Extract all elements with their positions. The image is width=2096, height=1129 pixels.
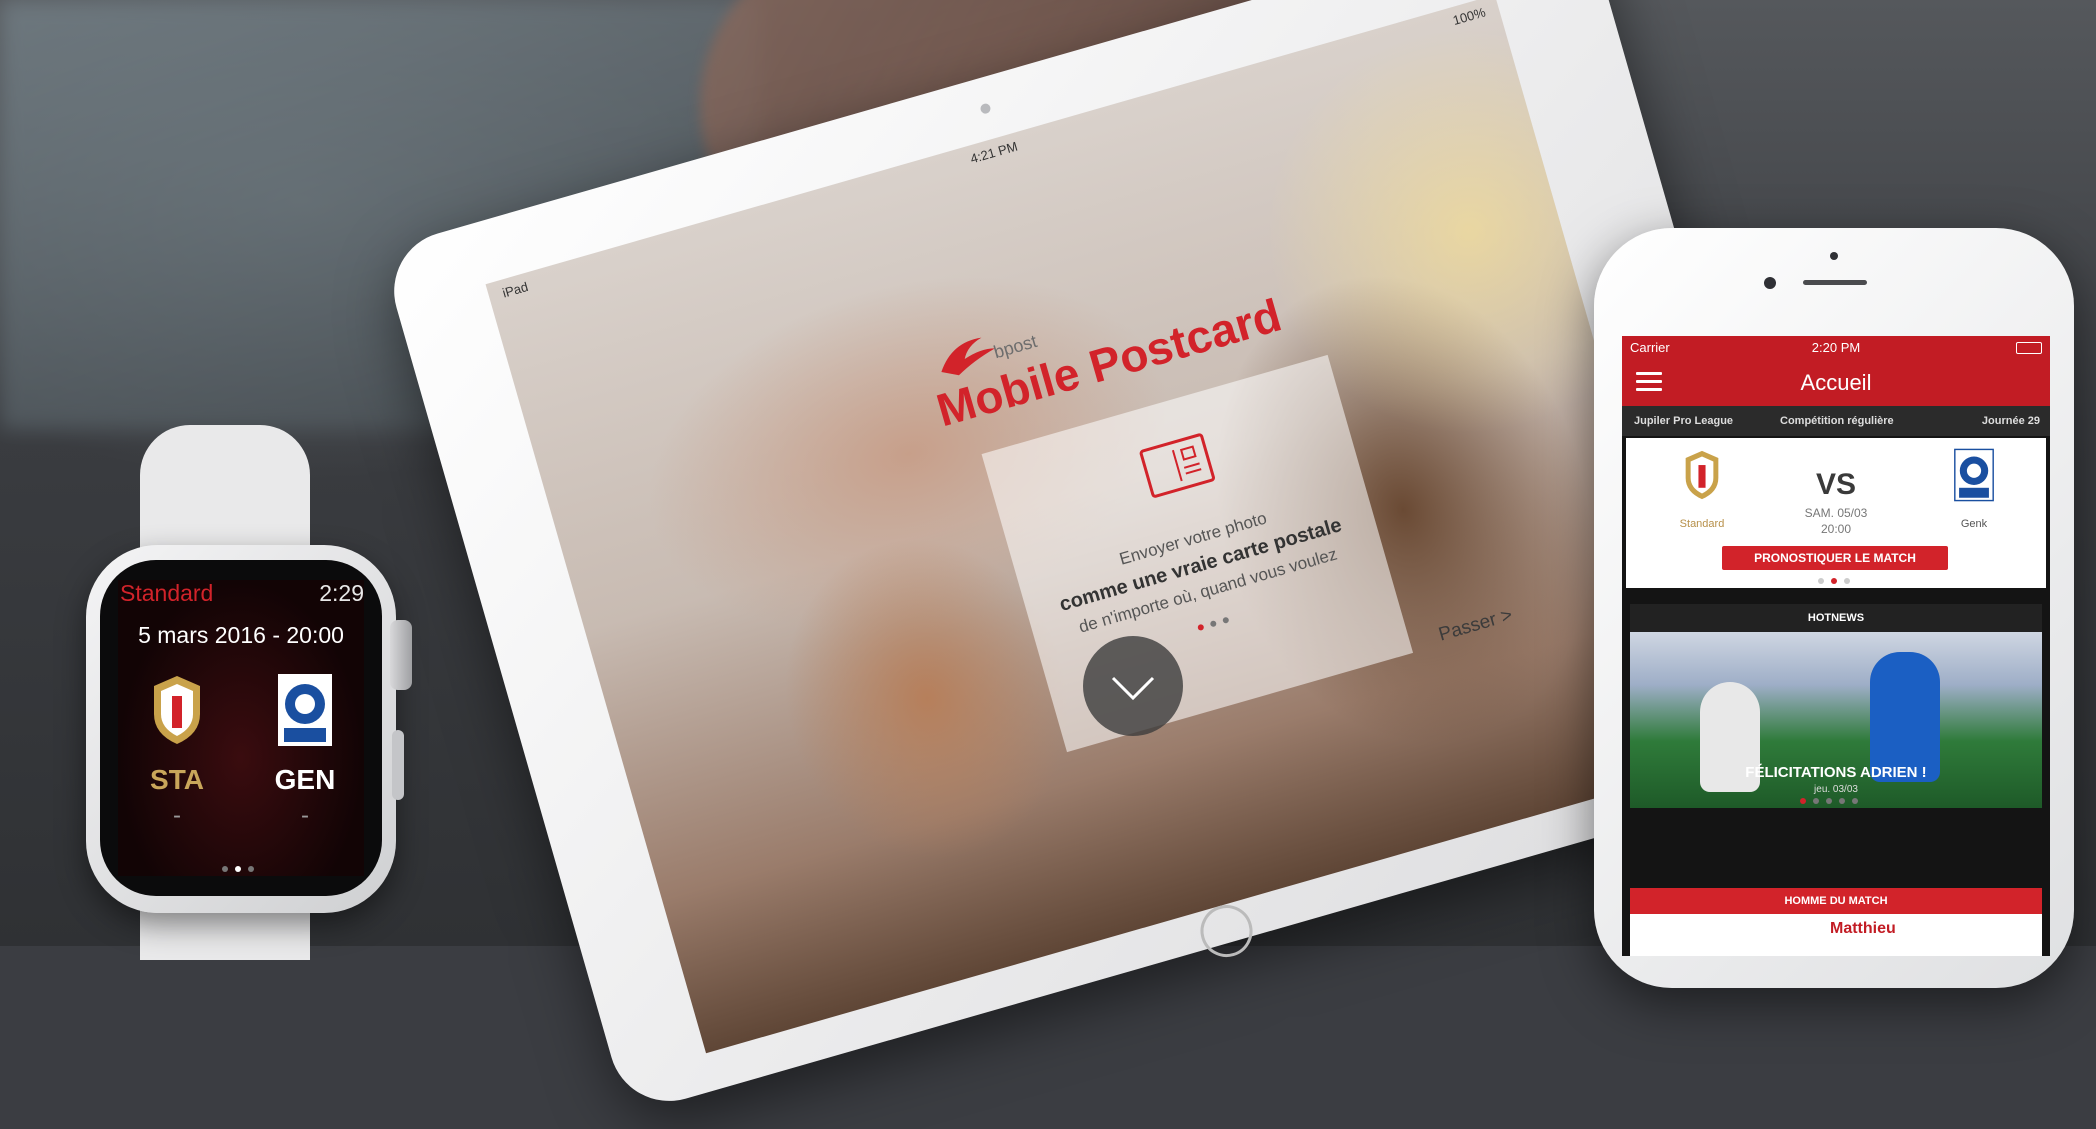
- standard-crest-icon: [154, 676, 200, 744]
- news-photo-player: [1870, 652, 1940, 782]
- page-dot-active: [1831, 578, 1837, 584]
- iphone-sensor: [1830, 252, 1838, 260]
- watch-home-abbr: STA: [150, 764, 204, 795]
- iphone-camera: [1764, 277, 1776, 289]
- page-dot: [248, 866, 254, 872]
- iphone-screen: Carrier 2:20 PM Accueil Jupiler Pro Leag…: [1622, 336, 2050, 956]
- page-dot: [1826, 798, 1832, 804]
- league-name: Jupiler Pro League: [1634, 415, 1734, 427]
- predict-match-button[interactable]: PRONOSTIQUER LE MATCH: [1722, 546, 1948, 570]
- watch-club-name: Standard: [120, 580, 214, 606]
- watch-match-date: 5 mars 2016 - 20:00: [138, 622, 344, 648]
- match-date: SAM. 05/03: [1804, 506, 1868, 520]
- chevron-down-icon: [1111, 676, 1155, 701]
- league-bar: Jupiler Pro League Compétition régulière…: [1622, 406, 2050, 436]
- iphone-speaker: [1803, 280, 1867, 285]
- page-dot: [1852, 798, 1858, 804]
- hotnews-headline: FÉLICITATIONS ADRIEN !: [1745, 764, 1927, 781]
- page-dot: [1839, 798, 1845, 804]
- versus-label: VS: [1815, 468, 1857, 501]
- matchday: Journée 29: [1981, 415, 2040, 427]
- onboarding-page-indicator: [1197, 616, 1230, 632]
- man-of-the-match-header: HOMME DU MATCH: [1630, 888, 2042, 914]
- nav-bar: Accueil: [1622, 358, 2050, 406]
- man-of-the-match-name: Matthieu: [1830, 920, 1896, 937]
- page-dot-active: [1197, 623, 1205, 632]
- hotnews-header: HOTNEWS: [1630, 604, 2042, 632]
- page-dot: [1818, 578, 1824, 584]
- competition-name: Compétition régulière: [1780, 415, 1894, 427]
- iphone-clock: 2:20 PM: [1811, 340, 1861, 355]
- watch-away-abbr: GEN: [274, 764, 336, 795]
- man-of-the-match-card[interactable]: Matthieu: [1630, 914, 2042, 956]
- genk-crest-icon: [278, 674, 332, 746]
- page-dot: [1209, 620, 1218, 628]
- watch-page-indicator: [222, 866, 254, 872]
- hotnews-date: jeu. 03/03: [1814, 784, 1858, 795]
- match-time: 20:00: [1820, 522, 1852, 536]
- page-dot: [1813, 798, 1819, 804]
- battery-icon: [2016, 342, 2042, 354]
- watch-screen: Standard 2:29 5 mars 2016 - 20:00 STA GE…: [100, 560, 382, 896]
- page-dot-active: [1800, 798, 1806, 804]
- page-dot: [222, 866, 228, 872]
- skip-link[interactable]: Passer >: [1436, 605, 1515, 647]
- watch-side-button[interactable]: [392, 730, 404, 800]
- hotnews-page-indicator: [1800, 798, 1858, 804]
- page-dot-active: [235, 866, 241, 872]
- page-dot: [1844, 578, 1850, 584]
- watch-match-card[interactable]: Standard 2:29 5 mars 2016 - 20:00 STA GE…: [118, 580, 364, 876]
- onboarding-card: Envoyer votre photo comme une vraie cart…: [981, 354, 1414, 753]
- iphone-status-bar: Carrier 2:20 PM: [1622, 336, 2050, 358]
- scroll-down-button[interactable]: [1083, 636, 1183, 736]
- next-match-card[interactable]: Standard Genk VS SAM. 05/03 20:00 PRONOS…: [1626, 438, 2046, 588]
- page-title: Accueil: [1800, 370, 1872, 395]
- watch-home-score: -: [173, 802, 181, 829]
- watch-away-score: -: [301, 802, 309, 829]
- postcard-icon: [1138, 432, 1216, 499]
- page-dot: [1222, 616, 1230, 624]
- ipad-battery: 100%: [1451, 4, 1488, 29]
- ipad-camera: [979, 102, 992, 115]
- match-page-indicator: [1818, 578, 1850, 584]
- watch-clock: 2:29: [319, 580, 364, 606]
- hotnews-card[interactable]: FÉLICITATIONS ADRIEN ! jeu. 03/03: [1630, 632, 2042, 808]
- watch-digital-crown[interactable]: [390, 620, 412, 690]
